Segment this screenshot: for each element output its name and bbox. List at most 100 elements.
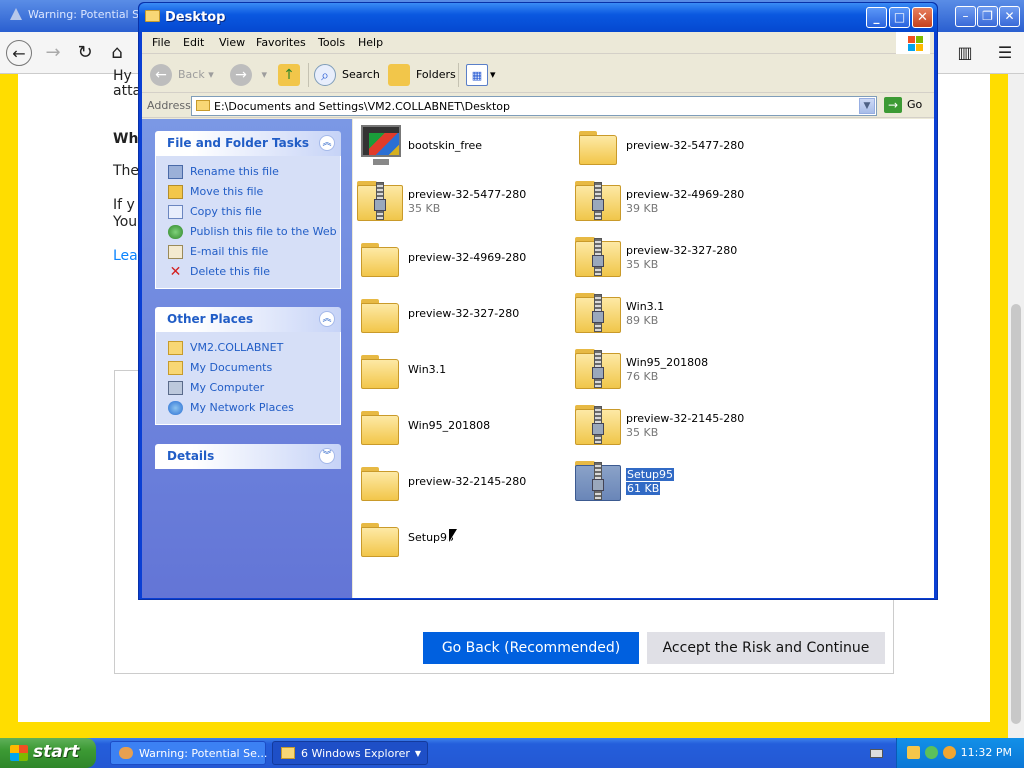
zip-file-item[interactable]: preview-32-5477-280 35 KB [355,179,570,225]
expand-chevron-icon[interactable]: ︾ [319,448,335,464]
search-button[interactable]: ⌕ Search [314,62,380,88]
maximize-button[interactable]: □ [889,7,910,28]
file-name: preview-32-327-280 [626,244,738,257]
move-file-link[interactable]: Move this file [168,182,340,202]
place-my-computer[interactable]: My Computer [168,378,340,398]
zip-folder-icon [355,179,403,225]
zip-file-item[interactable]: preview-32-4969-280 39 KB [573,179,788,225]
menu-tools[interactable]: Tools [318,36,345,49]
page-text: Hy [113,68,132,84]
details-header[interactable]: Details ︾ [155,444,341,469]
toolbar-separator [308,63,309,87]
up-folder-button[interactable]: ↑ [278,62,306,88]
taskbar-item-explorer[interactable]: 6 Windows Explorer ▼ [272,741,428,765]
folder-icon [355,291,403,337]
address-bar: Address E:\Documents and Settings\VM2.CO… [142,94,934,118]
rename-icon [168,165,183,179]
back-button[interactable]: ← Back ▾ [150,62,214,88]
clock: 11:32 PM [960,746,1012,759]
menu-help[interactable]: Help [358,36,383,49]
browser-minimize-button[interactable]: – [955,6,976,27]
file-name: Setup95 [626,468,675,481]
delete-file-link[interactable]: ✕ Delete this file [168,262,340,282]
zip-file-item[interactable]: Setup95 61 KB [573,459,788,505]
back-arrow-icon[interactable]: ← [6,40,32,66]
folder-item[interactable]: preview-32-4969-280 [355,235,570,281]
place-vm2-collabnet[interactable]: VM2.COLLABNET [168,338,340,358]
folder-item[interactable]: preview-32-327-280 [355,291,570,337]
browser-close-button[interactable]: ✕ [999,6,1020,27]
menu-favorites[interactable]: Favorites [256,36,306,49]
place-my-documents[interactable]: My Documents [168,358,340,378]
minimize-button[interactable]: _ [866,7,887,28]
file-name: preview-32-5477-280 [626,139,745,152]
copy-file-link[interactable]: Copy this file [168,202,340,222]
app-file-item[interactable]: bootskin_free [355,123,570,169]
folder-item[interactable]: Win3.1 [355,347,570,393]
forward-button[interactable]: → ▾ [230,62,267,88]
zip-file-item[interactable]: Win95_201808 76 KB [573,347,788,393]
folder-item[interactable]: Win95_201808 [355,403,570,449]
explorer-body: File Edit View Favorites Tools Help ← Bac… [142,32,934,598]
publish-file-link[interactable]: Publish this file to the Web [168,222,340,242]
security-shield-icon[interactable] [907,746,920,759]
views-button[interactable]: ▦ ▾ [466,62,496,88]
file-folder-tasks-header[interactable]: File and Folder Tasks ︽ [155,131,341,156]
folder-icon [355,515,403,561]
zip-file-item[interactable]: preview-32-327-280 35 KB [573,235,788,281]
file-name: bootskin_free [408,139,483,152]
folder-item[interactable]: preview-32-5477-280 [573,123,788,169]
page-heading: Wh [113,131,139,147]
accept-risk-button[interactable]: Accept the Risk and Continue [647,632,885,664]
views-icon: ▦ [466,64,488,86]
zip-file-item[interactable]: Win3.1 89 KB [573,291,788,337]
folder-item[interactable]: Setup95 [355,515,570,561]
menu-file[interactable]: File [152,36,170,49]
taskbar-item-browser[interactable]: Warning: Potential Se... [110,741,267,765]
explorer-titlebar[interactable]: Desktop _ □ ✕ [139,3,937,32]
menu-edit[interactable]: Edit [183,36,204,49]
go-back-button[interactable]: Go Back (Recommended) [423,632,639,664]
forward-arrow-icon[interactable]: → [40,40,66,66]
file-name: Win3.1 [626,300,665,313]
keyboard-icon[interactable] [870,749,883,758]
email-file-link[interactable]: E-mail this file [168,242,340,262]
collapse-chevron-icon[interactable]: ︽ [319,135,335,151]
scroll-thumb[interactable] [1011,304,1021,724]
go-button[interactable]: → Go [884,97,922,113]
folder-item[interactable]: preview-32-2145-280 [355,459,570,505]
browser-scrollbar[interactable] [1008,74,1024,738]
folder-icon [573,123,621,169]
address-dropdown-icon[interactable]: ▼ [859,98,875,114]
folders-button[interactable]: Folders [388,62,456,88]
address-input[interactable]: E:\Documents and Settings\VM2.COLLABNET\… [191,96,877,116]
reload-icon[interactable]: ↻ [72,40,98,66]
rename-file-link[interactable]: Rename this file [168,162,340,182]
file-name: preview-32-4969-280 [408,251,527,264]
folder-icon [355,403,403,449]
browser-restore-button[interactable]: ❐ [977,6,998,27]
zip-folder-icon [573,347,621,393]
delete-x-icon: ✕ [169,264,182,280]
monitor-icon [355,123,403,169]
update-icon[interactable] [943,746,956,759]
collapse-chevron-icon[interactable]: ︽ [319,311,335,327]
folder-icon [168,341,183,355]
network-status-icon[interactable] [925,746,938,759]
home-icon[interactable]: ⌂ [104,40,130,66]
envelope-icon [168,245,183,259]
zip-file-item[interactable]: preview-32-2145-280 35 KB [573,403,788,449]
toolbar-separator [458,63,459,87]
page-text: atta [113,83,142,99]
close-button[interactable]: ✕ [912,7,933,28]
start-button[interactable]: start [0,738,96,768]
menu-view[interactable]: View [219,36,245,49]
sidebar-icon[interactable]: ▥ [954,42,976,64]
place-my-network[interactable]: My Network Places [168,398,340,418]
menu-icon[interactable]: ☰ [994,42,1016,64]
folder-icon [196,100,210,111]
file-size: 35 KB [626,258,659,271]
other-places-header[interactable]: Other Places ︽ [155,307,341,332]
taskbar: start Warning: Potential Se... 6 Windows… [0,738,1024,768]
zip-folder-icon [573,403,621,449]
